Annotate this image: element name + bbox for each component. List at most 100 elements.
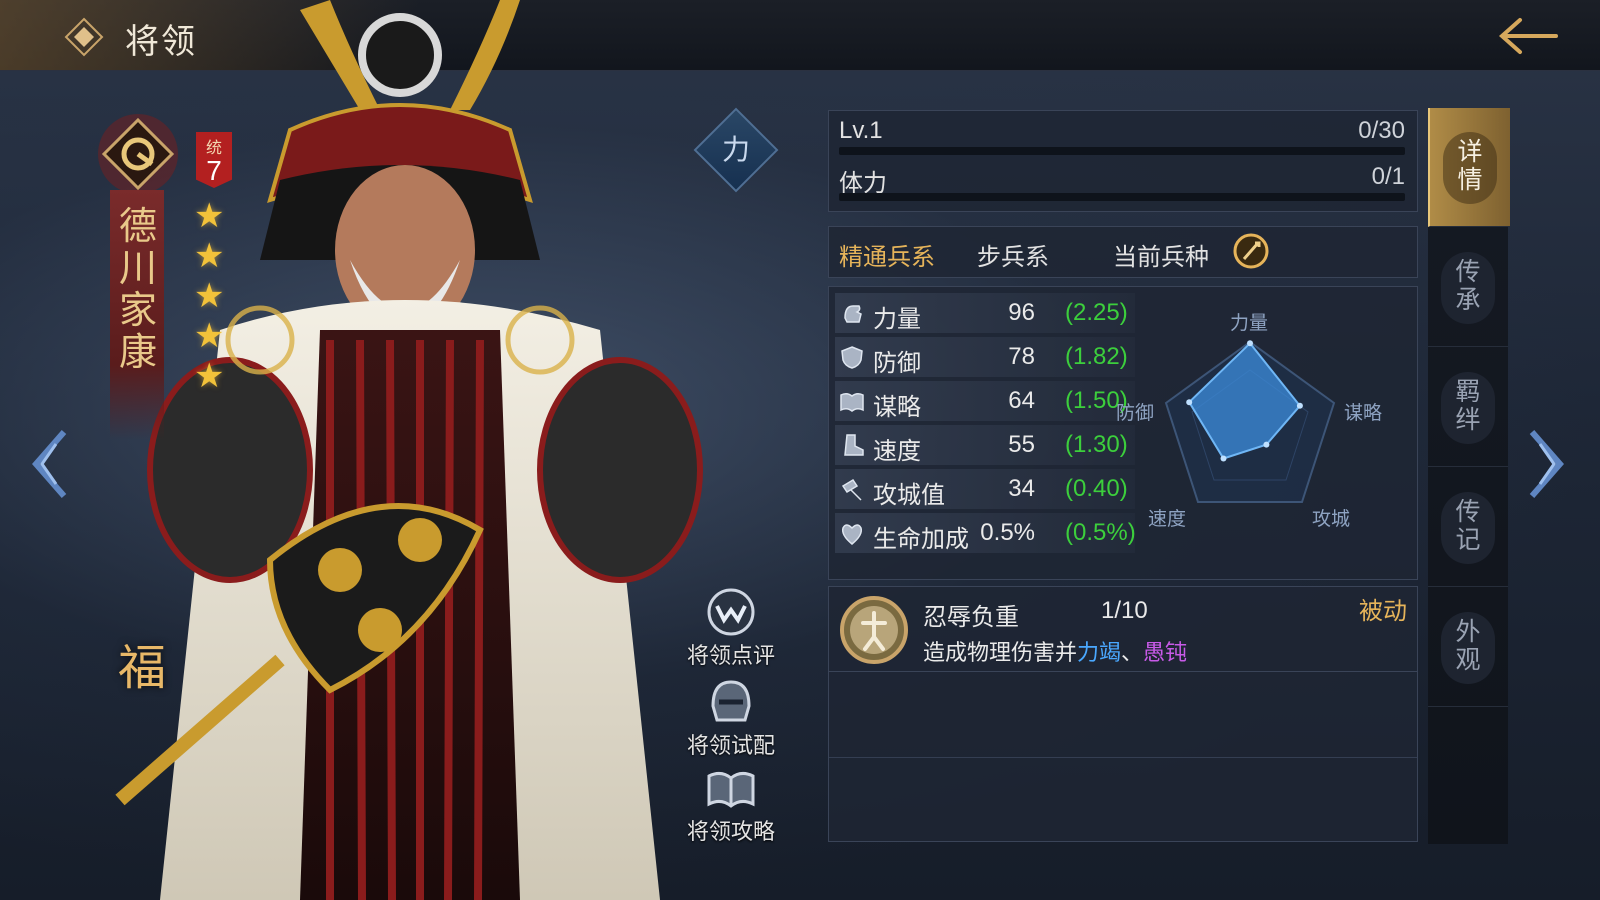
stat-value: 55	[1008, 431, 1035, 458]
rank-badge: 统 7	[196, 132, 232, 188]
radar-point	[1263, 441, 1270, 448]
radar-label-siege: 攻城	[1312, 509, 1351, 530]
skills-panel: 忍辱负重 1/10 被动 造成物理伤害并力竭、愚钝	[828, 586, 1418, 842]
shield-icon	[841, 346, 863, 369]
level-exp-value: 0/30	[1358, 117, 1405, 144]
troop-type-icon[interactable]	[1233, 233, 1269, 269]
tab-label: 传承	[1455, 258, 1481, 314]
current-troop-label: 当前兵种	[1113, 244, 1209, 271]
skill-desc-separator: 、	[1121, 640, 1144, 665]
star-rating: ★ ★ ★ ★ ★	[194, 196, 234, 396]
tab-2[interactable]: 羁绊	[1428, 348, 1508, 467]
tab-label: 外观	[1455, 618, 1481, 674]
tab-label: 详情	[1457, 138, 1483, 194]
stat-value: 0.5%	[980, 519, 1035, 546]
skill-desc-prefix: 造成物理伤害并	[923, 640, 1078, 665]
tab-0[interactable]: 详情	[1428, 108, 1510, 227]
next-hero-arrow-icon[interactable]	[1526, 428, 1568, 500]
stamina-row: 体力 0/1	[839, 159, 1405, 201]
tab-label: 传记	[1455, 498, 1481, 554]
level-label: Lv.1	[839, 117, 883, 144]
stat-row: 生命加成 0.5% (0.5%)	[835, 513, 1136, 553]
faction-label: 力	[721, 134, 750, 165]
radar-point	[1186, 399, 1193, 406]
stat-value: 64	[1008, 387, 1035, 414]
hero-guide-label: 将领攻略	[686, 819, 775, 844]
hero-review-label: 将领点评	[686, 643, 775, 668]
stat-row: 谋略 64 (1.50)	[835, 381, 1135, 421]
skill-name: 忍辱负重	[923, 604, 1019, 631]
level-panel: Lv.1 0/30 体力 0/1	[828, 110, 1418, 212]
stat-row: 防御 78 (1.82)	[835, 337, 1135, 377]
star-icon: ★	[194, 237, 225, 275]
radar-point	[1247, 340, 1253, 347]
stat-row: 攻城值 34 (0.40)	[835, 469, 1135, 509]
fist-icon	[844, 305, 862, 323]
star-icon: ★	[194, 277, 225, 315]
diamond-emblem-icon	[64, 17, 104, 57]
star-icon: ★	[194, 317, 225, 355]
stat-row: 力量 96 (2.25)	[835, 293, 1135, 333]
star-icon: ★	[194, 357, 225, 395]
hero-trial-button[interactable]: 将领试配	[676, 676, 786, 760]
heart-plus-icon	[841, 524, 863, 545]
troop-mastery-label: 精通兵系	[839, 244, 935, 271]
skill-martial-icon	[840, 596, 908, 664]
radar-label-strength: 力量	[1230, 313, 1269, 334]
skill-description: 造成物理伤害并力竭、愚钝	[923, 635, 1187, 667]
troop-mastery-value: 步兵系	[977, 244, 1049, 271]
detail-tabs: 详情传承羁绊传记外观	[1428, 108, 1510, 844]
review-icon	[707, 588, 755, 636]
hammer-icon	[841, 478, 862, 501]
star-icon: ★	[194, 197, 225, 235]
hero-name: 德川家康	[118, 204, 157, 374]
tab-1[interactable]: 传承	[1428, 228, 1508, 347]
skill-row[interactable]: 忍辱负重 1/10 被动 造成物理伤害并力竭、愚钝	[829, 587, 1417, 672]
helmet-icon	[711, 680, 751, 722]
tab-4[interactable]: 外观	[1428, 588, 1508, 707]
level-progress-bar	[839, 147, 1405, 155]
radar-label-defense: 防御	[1116, 403, 1155, 424]
skill-effect-exhaustion: 力竭	[1077, 640, 1122, 665]
troop-row: 精通兵系 步兵系 当前兵种	[828, 226, 1418, 278]
stat-value: 96	[1008, 299, 1035, 326]
skill-level: 1/10	[1101, 597, 1148, 624]
skill-type-badge: 被动	[1359, 598, 1407, 625]
stat-growth: (1.82)	[1065, 343, 1128, 370]
hero-review-button[interactable]: 将领点评	[676, 586, 786, 670]
boot-icon	[844, 434, 864, 456]
stat-name: 攻城值	[873, 482, 945, 509]
empty-skill-slot	[829, 673, 1417, 758]
stat-name: 速度	[873, 438, 921, 465]
hero-portrait	[115, 0, 703, 900]
book-icon	[707, 771, 755, 808]
hero-guide-button[interactable]: 将领攻略	[676, 762, 786, 846]
stat-name: 防御	[873, 350, 921, 377]
stamina-progress-bar	[839, 193, 1405, 201]
stat-name: 谋略	[873, 394, 921, 421]
stat-growth: (1.30)	[1065, 431, 1128, 458]
radar-label-strategy: 谋略	[1344, 403, 1383, 424]
tab-label: 羁绊	[1455, 378, 1481, 434]
radar-point	[1296, 402, 1303, 409]
hero-trial-label: 将领试配	[686, 733, 775, 758]
tab-3[interactable]: 传记	[1428, 468, 1508, 587]
stat-name: 力量	[873, 306, 921, 333]
stat-row: 速度 55 (1.30)	[835, 425, 1135, 465]
hero-class-emblem-icon	[98, 114, 178, 194]
stat-growth: (2.25)	[1065, 299, 1128, 326]
book-icon	[840, 392, 864, 412]
radar-label-speed: 速度	[1148, 509, 1187, 530]
back-arrow-icon[interactable]	[1496, 14, 1560, 58]
stat-value: 78	[1008, 343, 1035, 370]
fortune-badge: 福	[118, 640, 167, 696]
previous-hero-arrow-icon[interactable]	[28, 428, 70, 500]
stat-growth: (0.40)	[1065, 475, 1128, 502]
stamina-value: 0/1	[1371, 163, 1405, 190]
attribute-radar-chart: 力量 谋略 攻城 速度 防御	[1116, 290, 1420, 560]
level-row: Lv.1 0/30	[839, 113, 1405, 155]
skill-effect-dullness: 愚钝	[1143, 640, 1188, 665]
stat-value: 34	[1008, 475, 1035, 502]
stat-name: 生命加成	[873, 526, 969, 553]
radar-point	[1220, 455, 1227, 462]
